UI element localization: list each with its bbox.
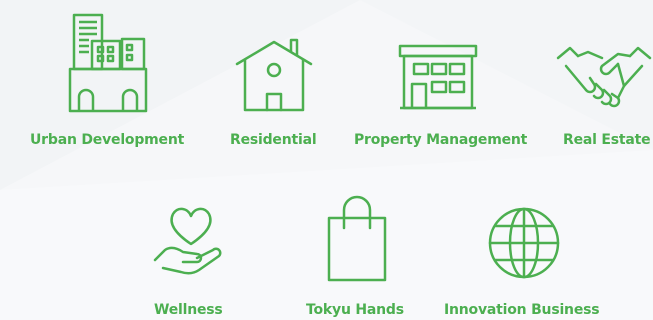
category-wellness[interactable]: Wellness — [140, 196, 240, 320]
category-real-estate[interactable]: Real Estate — [552, 8, 653, 158]
handshake-icon — [556, 44, 652, 108]
category-tokyu-hands[interactable]: Tokyu Hands — [300, 195, 410, 320]
category-label: Wellness — [154, 302, 223, 318]
building-management-icon — [398, 44, 478, 110]
category-label: Urban Development — [30, 132, 185, 148]
category-label: Innovation Business — [444, 302, 600, 318]
category-urban-development[interactable]: Urban Development — [28, 8, 188, 158]
category-label: Property Management — [354, 132, 528, 148]
globe-icon — [487, 206, 561, 280]
category-label: Real Estate — [563, 132, 651, 148]
category-residential[interactable]: Residential — [218, 8, 330, 158]
category-innovation-business[interactable]: Innovation Business — [440, 196, 610, 320]
category-property-management[interactable]: Property Management — [350, 8, 532, 158]
shopping-bag-icon — [327, 195, 387, 282]
category-label: Residential — [230, 132, 317, 148]
heart-hand-icon — [153, 204, 229, 276]
category-label: Tokyu Hands — [306, 302, 404, 318]
house-icon — [235, 36, 313, 112]
buildings-icon — [67, 13, 149, 113]
